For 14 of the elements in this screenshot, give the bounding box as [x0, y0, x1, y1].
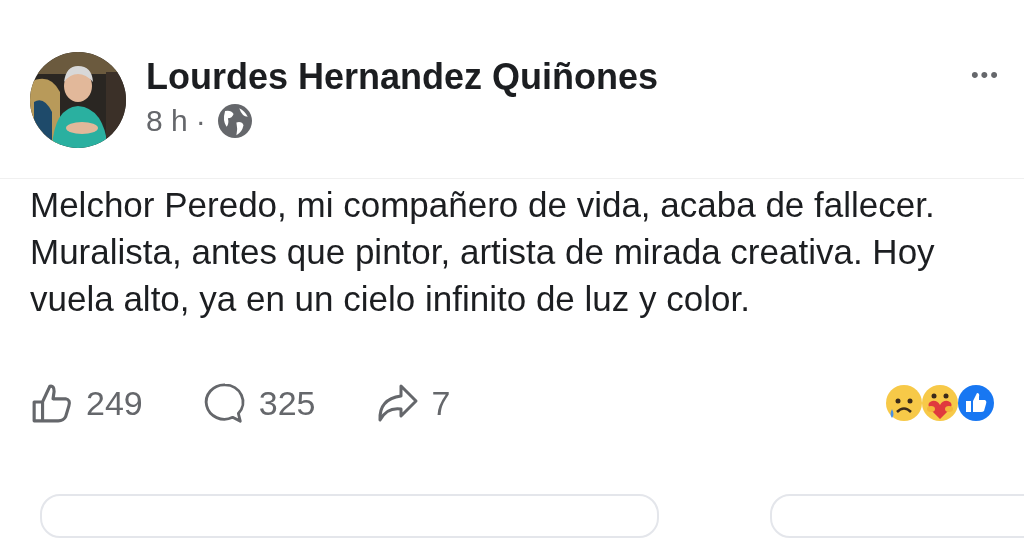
heart-hug-face-icon	[920, 383, 960, 423]
author-name[interactable]: Lourdes Hernandez Quiñones	[146, 56, 659, 98]
more-options-button[interactable]: •••	[970, 58, 1000, 92]
thumbs-up-icon[interactable]	[30, 382, 74, 424]
post-time[interactable]: 8 h	[146, 104, 188, 138]
stat-count: 7	[431, 383, 451, 423]
speech-bubble-icon[interactable]	[202, 382, 247, 424]
stat-count: 325	[258, 383, 316, 423]
separator-dot: ·	[195, 104, 206, 138]
sad-face-icon	[884, 383, 924, 423]
globe-icon	[217, 104, 252, 138]
stat-count: 249	[86, 383, 143, 423]
like-badge-icon	[956, 383, 996, 423]
post-text: Melchor Peredo, mi compañero de vida, acaba de fallecer. Muralista, antes que pintor, artista de mirada creativa. Hoy vuela alto, ya en un cielo infinito de luz y color.	[29, 184, 936, 320]
